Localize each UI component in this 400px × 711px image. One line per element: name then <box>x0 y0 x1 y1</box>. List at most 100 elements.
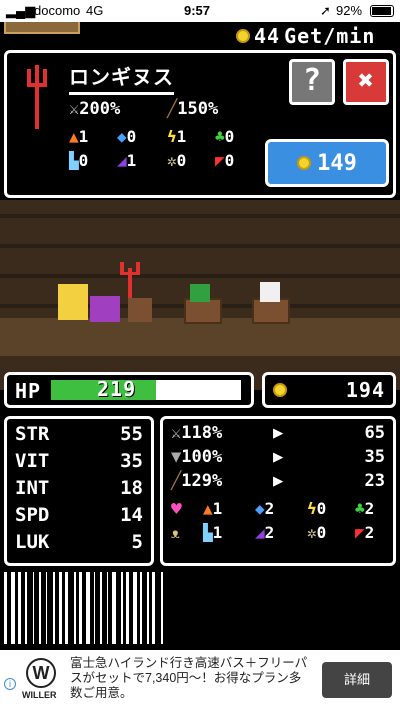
battery-percent: 92% <box>336 3 363 18</box>
staff-icon: ╱ <box>171 471 182 491</box>
arrow-icon: ▶ <box>273 423 284 443</box>
elem-fire: ▲1 <box>69 127 89 146</box>
buy-button[interactable]: 149 <box>265 139 389 187</box>
hero-sprite <box>90 296 120 322</box>
res-light: ✲0 <box>307 523 327 542</box>
clock: 9:57 <box>184 3 211 18</box>
stat-value: 14 <box>120 504 143 526</box>
helmet-icon: ▼ <box>171 447 182 467</box>
modifier-result: 65 <box>364 423 385 443</box>
trident-icon <box>25 65 49 129</box>
fire-icon: ▲ <box>203 499 213 518</box>
modifier-result: 35 <box>364 447 385 467</box>
ad-brand: WILLER <box>22 690 57 700</box>
elem-holy: ◤0 <box>215 151 235 170</box>
stat-value: 18 <box>120 477 143 499</box>
close-button[interactable]: ✖ <box>343 59 389 105</box>
sword-icon: ⚔ <box>69 99 80 119</box>
water-icon: ◆ <box>117 127 127 146</box>
shield-icon: ◤ <box>355 523 365 542</box>
stat-name: SPD <box>15 504 50 526</box>
res-wind: ♣2 <box>355 499 375 518</box>
weapon-panel: ロンギヌス ⚔200% ╱150% ▲1 ◆0 ϟ1 ♣0 ▙0 ◢1 ✲0 ◤… <box>4 50 396 198</box>
elem-thunder: ϟ1 <box>167 127 187 146</box>
buy-price: 149 <box>317 150 357 176</box>
income-rate: 44 Get/min <box>236 24 375 48</box>
cat-icon: ᴥ <box>171 523 180 542</box>
ad-text: 富士急ハイランド行き高速バス＋フリーパスがセットで7,340円〜！お得なプラン多… <box>70 656 308 700</box>
menu-tab[interactable] <box>4 22 80 34</box>
hp-value: 219 <box>97 377 137 401</box>
help-button[interactable]: ? <box>289 59 335 105</box>
location-icon: ➚ <box>320 3 331 18</box>
battery-icon <box>370 5 394 17</box>
dark-icon: ◢ <box>117 151 127 170</box>
signal-icon: ▂▄▆ <box>6 3 36 18</box>
stat-name: STR <box>15 423 50 445</box>
dark-icon: ◢ <box>255 523 265 542</box>
coin-icon <box>297 156 312 170</box>
heart-icon: ♥ <box>171 499 182 520</box>
elem-water: ◆0 <box>117 127 137 146</box>
arrow-icon: ▶ <box>273 447 284 467</box>
res-ice: ▙1 <box>203 523 223 542</box>
modifier-row: ▼100% <box>171 447 223 467</box>
arrow-icon: ▶ <box>273 471 284 491</box>
coin-icon <box>236 29 250 43</box>
modifier-row: ╱129% <box>171 471 223 491</box>
elem-light: ✲0 <box>167 151 187 170</box>
enemy-ghost-sprite <box>260 282 280 302</box>
willer-logo: W <box>26 658 56 688</box>
ice-icon: ▙ <box>69 151 79 170</box>
stat-name: INT <box>15 477 50 499</box>
carrier: docomo <box>34 3 81 18</box>
magic-stat: ╱150% <box>167 99 219 119</box>
stat-value: 5 <box>131 531 143 553</box>
income-label: Get/min <box>284 24 376 48</box>
coin-icon <box>273 383 287 397</box>
fire-icon: ▲ <box>69 127 79 146</box>
stats-panel: STR 55 VIT 35 INT 18 SPD 14 LUK 5 <box>4 416 154 566</box>
sparkle-icon: ✲ <box>307 523 317 542</box>
ice-icon: ▙ <box>203 523 213 542</box>
message-area[interactable] <box>4 572 268 644</box>
gold-panel: 194 <box>262 372 396 408</box>
modifier-result: 23 <box>364 471 385 491</box>
shield-icon: ◤ <box>215 151 225 170</box>
income-value: 44 <box>254 24 281 48</box>
water-icon: ◆ <box>255 499 265 518</box>
status-bar: ▂▄▆ docomo 4G 9:57 ➚ 92% <box>0 0 400 22</box>
weapon-name: ロンギヌス <box>69 61 174 95</box>
leaf-icon: ♣ <box>355 499 365 518</box>
res-holy: ◤2 <box>355 523 375 542</box>
thunder-icon: ϟ <box>167 127 177 146</box>
sword-icon: ⚔ <box>171 423 182 443</box>
stat-value: 55 <box>120 423 143 445</box>
stat-value: 35 <box>120 450 143 472</box>
enemy-plant-sprite <box>190 284 210 302</box>
info-icon[interactable]: i <box>4 678 16 690</box>
res-water: ◆2 <box>255 499 275 518</box>
network-type: 4G <box>86 3 104 18</box>
ad-banner[interactable]: i W WILLER 富士急ハイランド行き高速バス＋フリーパスがセットで7,34… <box>0 650 400 711</box>
ad-detail-button[interactable]: 詳細 <box>322 662 392 698</box>
thunder-icon: ϟ <box>307 499 317 518</box>
ally-cat-sprite <box>58 284 88 320</box>
hp-bar-track <box>51 380 241 400</box>
attack-stat: ⚔200% <box>69 99 121 119</box>
battle-scene <box>0 200 400 390</box>
modifier-row: ⚔118% <box>171 423 223 443</box>
game-screen: 44 Get/min ロンギヌス ⚔200% ╱150% ▲1 ◆0 ϟ1 ♣0… <box>0 22 400 650</box>
staff-icon: ╱ <box>167 99 178 119</box>
modifiers-panel: ⚔118% ▶ 65 ▼100% ▶ 35 ╱129% ▶ 23 ♥ ▲1 ◆2… <box>160 416 396 566</box>
res-fire: ▲1 <box>203 499 223 518</box>
gold-value: 194 <box>345 378 385 402</box>
res-thunder: ϟ0 <box>307 499 327 518</box>
sparkle-icon: ✲ <box>167 151 177 170</box>
stat-name: VIT <box>15 450 50 472</box>
leaf-icon: ♣ <box>215 127 225 146</box>
hp-label: HP <box>15 379 42 403</box>
chest <box>128 298 152 322</box>
elem-ice: ▙0 <box>69 151 89 170</box>
hp-panel: HP 219 <box>4 372 254 408</box>
